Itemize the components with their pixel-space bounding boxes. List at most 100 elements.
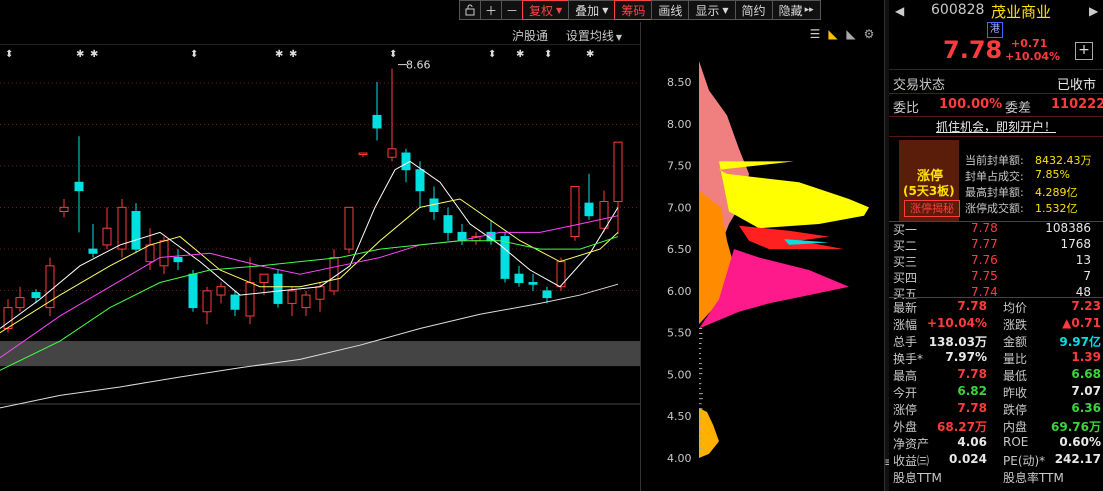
cursor-yellow-icon[interactable]: ◣ [826,27,840,41]
quote-value: 68.27万 [937,418,987,435]
hsgt-label[interactable]: 沪股通 [512,29,548,43]
lock-icon[interactable] [459,0,481,20]
order-ratio-label: 委比 [893,97,919,116]
order-diff-value: 110222 [1051,97,1103,112]
order-ratio-value: 100.00% [939,97,1002,112]
price-axis-tick: 6.00 [667,285,692,298]
price-change-pct: +10.04% [1005,50,1060,63]
candle-body [103,228,111,245]
candle-body [416,170,424,191]
draw-line-label: 画线 [658,2,682,19]
display-button[interactable]: 显示 ▼ [688,0,735,20]
candle-body [585,203,593,216]
candle-body [75,182,83,190]
limit-up-item-value: 1.532亿 [1035,200,1078,216]
display-label: 显示 [695,2,719,19]
candle-body [359,153,367,155]
overlay-button[interactable]: 叠加 ▼ [568,0,615,20]
limit-up-item-label: 最高封单额: [965,184,1024,200]
quote-label: ROE [1003,435,1028,449]
candle-body [543,291,551,298]
candle-body [217,287,225,295]
bid-volume: 1768 [1060,237,1091,251]
candle-body [302,295,310,308]
limit-up-reveal-button[interactable]: 涨停揭秘 [904,200,960,217]
candle-body [89,249,97,253]
chevron-down-icon: ▼ [602,6,608,15]
candle-body [274,274,282,303]
chart-toolbar: ＋ － 复权 ▼ 叠加 ▼ 筹码 画线 显示 ▼ 简约 隐藏 ▸▸ [460,0,821,22]
quote-value: 6.36 [1071,401,1101,415]
high-price-label: 8.66 [406,59,431,72]
bid-price: 7.76 [971,253,998,267]
chevron-down-icon: ▼ [616,33,622,42]
gear-icon[interactable]: ⚙ [862,27,876,41]
quote-value: 0.024 [949,452,987,466]
promo-link[interactable]: 抓住机会，即刻开户！ [889,118,1103,135]
trade-status-label: 交易状态 [893,74,945,93]
quote-value: 138.03万 [929,333,987,350]
quote-value: +10.04% [927,316,987,330]
event-marker-icon: ✱ [516,49,524,60]
quote-label: 换手* [893,350,923,367]
prev-stock-icon[interactable]: ◀ [895,4,904,18]
bid-volume: 108386 [1045,221,1091,235]
quote-label: 金额 [1003,333,1027,350]
cursor-gray-icon[interactable]: ◣ [844,27,858,41]
bid-price: 7.75 [971,269,998,283]
candle-body [515,274,523,282]
quote-value: 7.78 [957,367,987,381]
candle-body [189,274,197,307]
event-marker-icon: ⬍ [488,49,496,60]
fuquan-button[interactable]: 复权 ▼ [522,0,569,20]
draw-line-button[interactable]: 画线 [651,0,689,20]
order-diff-label: 委差 [1005,97,1031,116]
menu-icon[interactable]: ☰ [808,27,822,41]
chip-low-band [699,408,719,458]
bid-label: 买二 [893,237,917,254]
candle-body [330,257,338,290]
candle-body [529,283,537,285]
simple-button[interactable]: 简约 [735,0,773,20]
stock-code: 600828 [931,2,984,18]
fuquan-label: 复权 [529,2,553,19]
event-marker-icon: ✱ [289,49,297,60]
ma-settings-link[interactable]: 设置均线 [566,29,614,43]
quote-value: 69.76万 [1051,418,1101,435]
overlay-label: 叠加 [575,2,599,19]
kline-chart[interactable]: 8.66 ⬍ ✱ ✱ ⬍ ✱ ✱ ⬍ ⬍ ✱ ⬍ ✱ [0,45,640,491]
event-marker-icon: ⬍ [389,49,397,60]
price-axis-tick: 5.00 [667,368,692,381]
event-marker-icon: ⬍ [5,49,13,60]
bid-label: 买四 [893,269,917,286]
bid-volume: 7 [1083,269,1091,283]
quote-value: 1.39 [1071,350,1101,364]
event-marker-icon: ✱ [90,49,98,60]
quote-value: 4.06 [957,435,987,449]
candle-body [174,257,182,261]
candle-body [32,293,40,298]
add-watchlist-button[interactable]: + [1075,42,1093,60]
zoom-in-icon[interactable]: ＋ [480,0,502,20]
quote-label: 跌停 [1003,401,1027,418]
quote-value: 9.97亿 [1059,333,1101,350]
chart-header: 沪股通 设置均线 ▼ [512,27,636,44]
next-stock-icon[interactable]: ▶ [1089,4,1098,18]
price-axis-tick: 6.50 [667,243,692,256]
candle-body [571,186,579,236]
limit-up-item-value: 7.85% [1035,168,1070,181]
candle-body [160,241,168,266]
chips-button[interactable]: 筹码 [614,0,652,20]
price-axis-tick: 7.00 [667,201,692,214]
limit-up-subtitle: (5天3板) [903,182,955,199]
candle-body [316,287,324,300]
candle-body [203,291,211,312]
zoom-out-icon[interactable]: － [501,0,523,20]
candle-body [402,153,410,170]
hide-button[interactable]: 隐藏 ▸▸ [772,0,821,20]
hide-label: 隐藏 [779,2,803,19]
last-price: 7.78 [943,36,1002,64]
candle-body [132,212,140,250]
candle-body [146,245,154,262]
chips-label: 筹码 [621,2,645,19]
